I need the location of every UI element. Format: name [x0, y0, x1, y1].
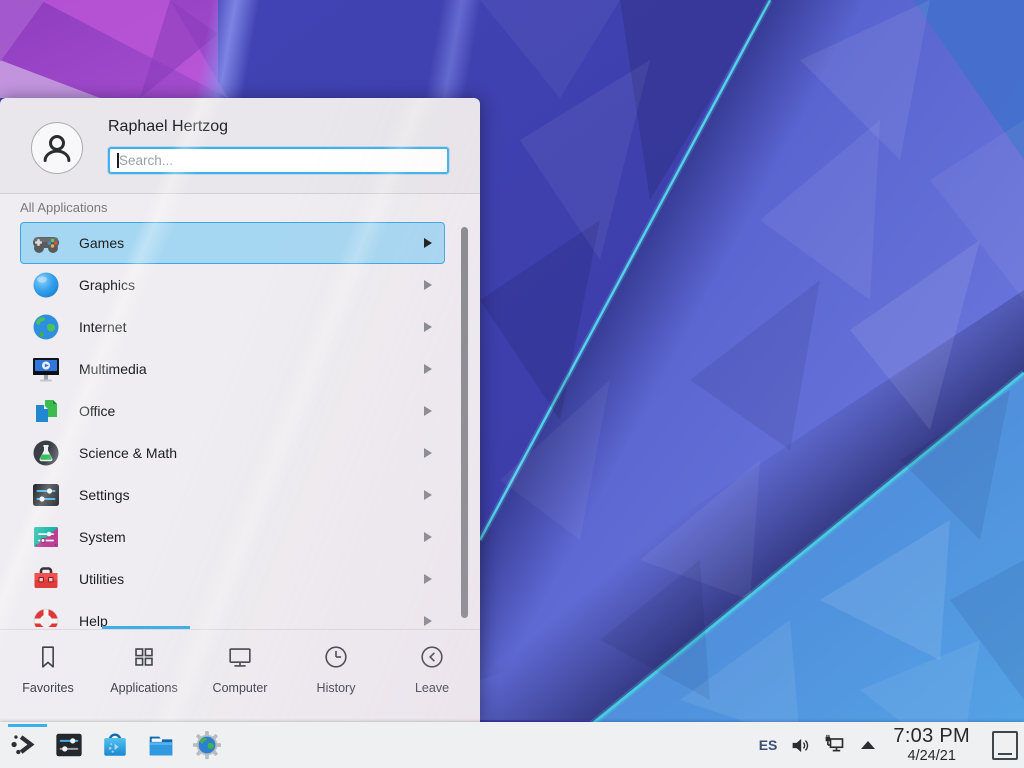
gamepad-icon [30, 227, 62, 259]
keyboard-layout-indicator[interactable]: ES [752, 737, 785, 753]
kickoff-icon [8, 730, 38, 760]
category-item[interactable]: Graphics [20, 264, 445, 306]
speaker-icon [790, 735, 811, 756]
office-icon [30, 395, 62, 427]
discover-bag-icon [100, 730, 130, 760]
submenu-arrow-icon [424, 490, 432, 500]
submenu-arrow-icon [424, 532, 432, 542]
globe-icon [30, 311, 62, 343]
category-item[interactable]: Help [20, 600, 445, 627]
help-lifebuoy-icon [30, 605, 62, 627]
submenu-arrow-icon [424, 574, 432, 584]
section-label: All Applications [20, 200, 107, 215]
user-name: Raphael Hertzog [108, 118, 228, 136]
category-item[interactable]: Internet [20, 306, 445, 348]
tab-favorites[interactable]: Favorites [0, 630, 96, 722]
submenu-arrow-icon [424, 280, 432, 290]
header-separator [0, 193, 480, 194]
file-manager-folder-icon [146, 730, 176, 760]
submenu-arrow-icon [424, 616, 432, 626]
globe-gear-icon [192, 730, 222, 760]
pinned-app-button[interactable] [192, 730, 222, 760]
tab-leave[interactable]: Leave [384, 630, 480, 722]
scrollbar[interactable] [461, 227, 468, 618]
multimedia-icon [30, 353, 62, 385]
tab-bar: Favorites Applications Computer History … [0, 630, 480, 722]
submenu-arrow-icon [424, 364, 432, 374]
clock-time: 7:03 PM [893, 726, 970, 746]
category-item[interactable]: Science & Math [20, 432, 445, 474]
search-field[interactable] [108, 147, 449, 174]
clock-date: 4/24/21 [893, 749, 970, 764]
grid-icon [129, 642, 159, 672]
category-item[interactable]: Multimedia [20, 348, 445, 390]
show-desktop-button[interactable] [992, 731, 1018, 760]
launcher-active-indicator [8, 724, 47, 727]
system-icon [30, 521, 62, 553]
category-item[interactable]: Utilities [20, 558, 445, 600]
pinned-app-button[interactable] [100, 730, 130, 760]
tray-expander-caret-up-icon[interactable] [861, 741, 875, 749]
pinned-app-button[interactable] [54, 730, 84, 760]
user-icon [37, 128, 77, 168]
tab-history[interactable]: History [288, 630, 384, 722]
category-item[interactable]: Office [20, 390, 445, 432]
system-tray: ES 7:03 PM 4/24/21 [752, 722, 1018, 768]
category-item[interactable]: Games [20, 222, 445, 264]
network-icon [823, 733, 847, 757]
category-item[interactable]: System [20, 516, 445, 558]
network-button[interactable] [817, 733, 853, 757]
category-item[interactable]: Settings [20, 474, 445, 516]
text-caret [117, 153, 119, 168]
pinned-apps [54, 730, 222, 760]
bookmark-icon [33, 642, 63, 672]
submenu-arrow-icon [424, 448, 432, 458]
taskbar: ES 7:03 PM 4/24/21 [0, 722, 1024, 768]
tab-computer[interactable]: Computer [192, 630, 288, 722]
clock-icon [321, 642, 351, 672]
application-launcher-popup: Raphael Hertzog All Applications Games G… [0, 98, 480, 722]
submenu-arrow-icon [424, 406, 432, 416]
system-settings-icon [54, 730, 84, 760]
leave-icon [417, 642, 447, 672]
submenu-arrow-icon [424, 322, 432, 332]
utilities-toolbox-icon [30, 563, 62, 595]
science-flask-icon [30, 437, 62, 469]
app-launcher-button[interactable] [4, 722, 48, 768]
category-list: Games Graphics Internet Multimedia Offic… [0, 222, 480, 627]
volume-button[interactable] [784, 735, 817, 756]
tab-applications[interactable]: Applications [96, 630, 192, 722]
user-avatar[interactable] [31, 122, 83, 174]
settings-sliders-icon [30, 479, 62, 511]
monitor-icon [225, 642, 255, 672]
graphics-sphere-icon [30, 269, 62, 301]
submenu-arrow-icon [424, 238, 432, 248]
digital-clock[interactable]: 7:03 PM 4/24/21 [893, 726, 970, 764]
pinned-app-button[interactable] [146, 730, 176, 760]
search-input[interactable] [110, 149, 447, 172]
